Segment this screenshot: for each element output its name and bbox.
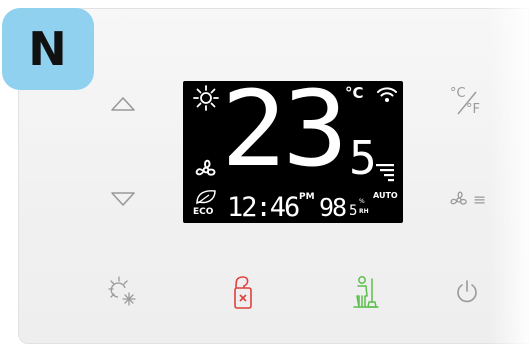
room-service-button[interactable] [348,272,384,312]
temperature-decimal: 5 [349,131,377,185]
unit-toggle-button[interactable]: °C °F [446,84,488,122]
temperature-value: 23 [221,68,348,190]
triangle-up-icon [111,97,135,111]
fan-icon-display [195,159,216,176]
power-button[interactable] [452,276,482,306]
housekeeping-person-icon [353,276,379,308]
triangle-down-icon [111,192,135,206]
temperature-unit: °C [345,84,364,102]
do-not-disturb-button[interactable] [228,272,258,312]
humidity-decimal: 5 [349,203,358,219]
sun-icon [193,85,219,111]
fan-speed-button[interactable]: ≡ [446,186,492,214]
n-badge: N [2,8,94,90]
sun-snowflake-icon [108,276,136,306]
time-period: PM [299,192,315,202]
eco-label: ECO [193,207,214,217]
fan-menu-lines: ≡ [473,190,487,209]
door-hanger-dnd-icon [234,276,252,309]
fan-mode-auto: AUTO [373,191,398,200]
temperature-down-button[interactable] [108,187,138,211]
lcd-display: °C 23 5 ECO 12:46 PM 98 5 % RH AUTO [183,77,403,223]
humidity-value: 98 [319,193,347,222]
fan-speed-bars-icon [376,164,394,182]
light-dim-button[interactable] [104,274,140,310]
eco-leaf-icon [196,190,216,205]
fan-icon [450,191,467,205]
thermostat-screenshot: N °C °F ≡ °C 23 5 ECO 12:46 PM 98 5 % RH… [0,0,529,344]
humidity-percent: % [359,198,365,205]
time-display: 12:46 [227,192,300,223]
wifi-icon [377,87,397,102]
temperature-up-button[interactable] [108,92,138,116]
panel-edge-highlight [489,8,529,344]
humidity-rh-label: RH [359,208,369,215]
badge-letter: N [28,22,68,76]
fahrenheit-label: °F [466,102,480,117]
power-icon [457,280,477,303]
